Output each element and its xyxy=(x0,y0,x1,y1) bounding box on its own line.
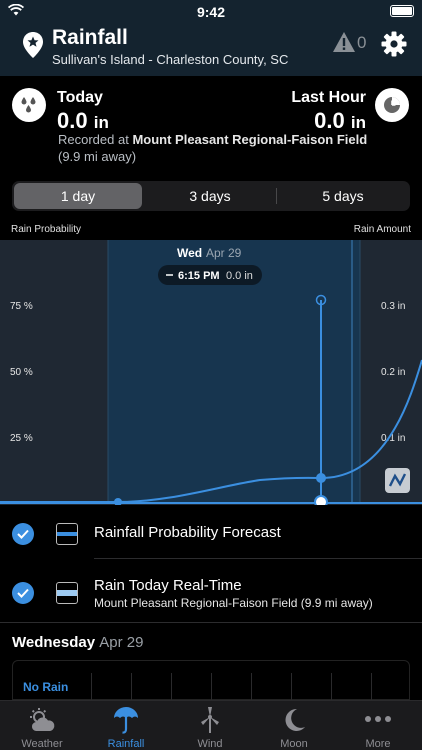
recorded-prefix: Recorded at xyxy=(58,132,129,147)
right-tick-0.2: 0.2 in xyxy=(381,367,405,378)
right-axis-title: Rain Amount xyxy=(353,224,411,235)
station-distance: (9.9 mi away) xyxy=(58,149,137,164)
last-hour-amount: 0.0 in xyxy=(314,108,366,134)
page-title: Rainfall xyxy=(52,26,128,49)
alert-count: 0 xyxy=(357,33,367,52)
hour-divider xyxy=(371,673,372,701)
rainfall-chart[interactable]: Wed Apr 29 6:15 PM 0.0 in 75 % 50 % 25 %… xyxy=(0,240,422,505)
hour-divider xyxy=(291,673,292,701)
hour-divider xyxy=(91,673,92,701)
wind-turbine-icon xyxy=(201,707,219,733)
last-hour-label: Last Hour xyxy=(291,89,366,106)
rain-summary: Today 0.0 in Recorded at Mount Pleasant … xyxy=(0,76,422,172)
tab-label: Wind xyxy=(197,738,223,750)
range-selector: 1 day 3 days 5 days xyxy=(12,181,410,211)
left-tick-25: 25 % xyxy=(10,433,33,444)
today-unit: in xyxy=(93,113,109,132)
tab-bar: Weather Rainfall Wind Moon More xyxy=(0,700,422,750)
hour-divider xyxy=(171,673,172,701)
time-tooltip: 6:15 PM 0.0 in xyxy=(158,265,262,285)
moon-icon xyxy=(285,708,305,731)
tab-label: Moon xyxy=(280,738,308,750)
left-tick-50: 50 % xyxy=(10,367,33,378)
day-section-title: Wednesday Apr 29 xyxy=(12,634,143,651)
left-axis-title: Rain Probability xyxy=(11,224,82,235)
tab-label: More xyxy=(365,738,391,750)
last-hour-unit: in xyxy=(350,113,366,132)
tab-3-days[interactable]: 3 days xyxy=(144,183,276,209)
legend-label: Rain Today Real-Time xyxy=(94,577,242,594)
tab-more[interactable]: More xyxy=(336,701,420,750)
rain-drops-icon xyxy=(12,88,46,122)
tooltip-time: 6:15 PM xyxy=(178,270,220,282)
tab-rainfall[interactable]: Rainfall xyxy=(84,701,168,750)
legend-divider xyxy=(94,558,422,559)
segment-divider xyxy=(276,188,277,204)
legend-row-probability[interactable]: Rainfall Probability Forecast xyxy=(0,507,422,559)
tab-weather[interactable]: Weather xyxy=(0,701,84,750)
checkmark-icon[interactable] xyxy=(12,523,34,545)
last-hour-value: 0.0 xyxy=(314,108,345,133)
clock-rain-icon xyxy=(375,88,409,122)
hour-divider xyxy=(131,673,132,701)
header: Rainfall Sullivan's Island - Charleston … xyxy=(0,22,422,76)
tab-moon[interactable]: Moon xyxy=(252,701,336,750)
hourly-rain-strip[interactable]: No Rain xyxy=(12,660,410,701)
checkmark-icon[interactable] xyxy=(12,582,34,604)
day-label: Wed xyxy=(177,246,202,260)
legend-label: Rainfall Probability Forecast xyxy=(94,524,281,541)
warning-icon xyxy=(333,32,355,52)
recorded-station: Recorded at Mount Pleasant Regional-Fais… xyxy=(58,132,367,147)
realtime-swatch-icon xyxy=(56,582,78,604)
tab-1-day[interactable]: 1 day xyxy=(14,183,142,209)
hour-divider xyxy=(251,673,252,701)
today-label: Today xyxy=(57,89,103,106)
day-date: Apr 29 xyxy=(99,634,144,651)
legend-row-realtime[interactable]: Rain Today Real-Time Mount Pleasant Regi… xyxy=(0,566,422,622)
location-name[interactable]: Sullivan's Island - Charleston County, S… xyxy=(52,52,288,67)
chart-type-icon[interactable] xyxy=(385,468,410,493)
tab-5-days[interactable]: 5 days xyxy=(278,183,408,209)
alerts-button[interactable]: 0 xyxy=(332,31,372,57)
right-tick-0.3: 0.3 in xyxy=(381,301,405,312)
day-weekday: Wednesday xyxy=(12,634,96,651)
probability-swatch-icon xyxy=(56,523,78,545)
today-amount: 0.0 in xyxy=(57,108,109,134)
realtime-point xyxy=(314,495,328,505)
station-name: Mount Pleasant Regional-Faison Field xyxy=(132,132,368,147)
tab-label: Rainfall xyxy=(107,738,145,750)
umbrella-icon xyxy=(114,707,138,734)
chart-axis-titles: Rain Probability Rain Amount xyxy=(0,222,422,240)
gear-icon[interactable] xyxy=(381,31,407,57)
location-pin-icon[interactable] xyxy=(22,31,44,59)
hour-divider xyxy=(211,673,212,701)
status-bar: 9:42 xyxy=(0,0,422,22)
tooltip-value: 0.0 in xyxy=(226,270,253,282)
legend-sublabel: Mount Pleasant Regional-Faison Field (9.… xyxy=(94,596,373,610)
left-tick-75: 75 % xyxy=(10,301,33,312)
no-rain-label: No Rain xyxy=(23,680,69,694)
section-divider xyxy=(0,622,422,623)
hour-divider xyxy=(331,673,332,701)
tab-label: Weather xyxy=(21,738,63,750)
clock: 9:42 xyxy=(196,4,226,20)
probability-point xyxy=(316,473,326,483)
more-icon xyxy=(365,716,391,722)
tab-wind[interactable]: Wind xyxy=(168,701,252,750)
day-date: Apr 29 xyxy=(206,246,242,260)
today-value: 0.0 xyxy=(57,108,88,133)
battery-icon xyxy=(390,5,414,17)
weather-icon xyxy=(30,708,55,731)
